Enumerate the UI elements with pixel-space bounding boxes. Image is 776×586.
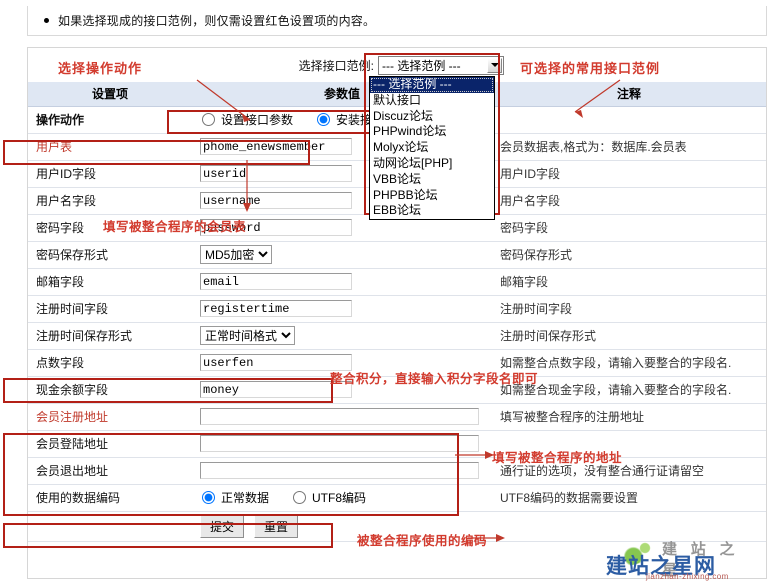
table-row: 会员登陆地址 xyxy=(28,430,766,458)
row-label: 邮箱字段 xyxy=(28,268,192,296)
input-用户ID字段[interactable] xyxy=(200,165,352,182)
row-note: 邮箱字段 xyxy=(492,268,766,296)
table-row: 注册时间字段 注册时间字段 xyxy=(28,295,766,323)
option-item[interactable]: VBB论坛 xyxy=(370,172,494,188)
row-label: 会员登陆地址 xyxy=(28,430,192,458)
radio-label: 正常数据 xyxy=(221,491,270,505)
row-value: MD5加密 xyxy=(192,241,492,269)
row-note: 填写被整合程序的注册地址 xyxy=(492,403,766,431)
row-value xyxy=(192,430,492,458)
input-会员登陆地址[interactable] xyxy=(200,435,479,452)
radio-设置接口参数[interactable] xyxy=(202,113,215,126)
interface-example-combobox-value: --- 选择范例 --- xyxy=(382,58,461,73)
option-item[interactable]: EBB论坛 xyxy=(370,203,494,219)
table-row: 邮箱字段 邮箱字段 xyxy=(28,268,766,296)
input-用户名字段[interactable] xyxy=(200,192,352,209)
row-label: 操作动作 xyxy=(28,106,192,134)
input-邮箱字段[interactable] xyxy=(200,273,352,290)
row-value xyxy=(192,403,492,431)
interface-example-option-list[interactable]: --- 选择范例 --- 默认接口 Discuz论坛 PHPwind论坛 Molyx论坛… xyxy=(369,76,495,221)
row-value: 正常数据 UTF8编码 xyxy=(192,484,492,512)
row-value xyxy=(192,295,492,323)
header-note: 注释 xyxy=(492,82,766,107)
option-item[interactable]: --- 选择范例 --- xyxy=(370,77,494,93)
submit-button[interactable]: 提交 xyxy=(200,514,245,538)
row-note xyxy=(492,106,766,134)
annotation-member: 填写被整合程序的会员表 xyxy=(103,220,247,234)
row-label: 会员退出地址 xyxy=(28,457,192,485)
radio-UTF8编码[interactable] xyxy=(293,491,307,504)
row-label: 点数字段 xyxy=(28,349,192,377)
option-item[interactable]: 动网论坛[PHP] xyxy=(370,156,494,172)
radio-正常数据[interactable] xyxy=(202,491,215,504)
annotation-points: 整合积分，直接输入积分字段名即可 xyxy=(330,372,539,386)
notice-panel: 如果选择现成的接口范例，则仅需设置红色设置项的内容。 xyxy=(27,6,767,36)
input-用户表[interactable] xyxy=(200,138,352,155)
row-note: 密码保存形式 xyxy=(492,241,766,269)
radio-label: UTF8编码 xyxy=(312,491,367,505)
input-注册时间字段[interactable] xyxy=(200,300,352,317)
radio-group: 正常数据 UTF8编码 xyxy=(200,489,484,506)
select-密码保存形式[interactable]: MD5加密 xyxy=(200,245,272,264)
radio-安装接口[interactable] xyxy=(317,113,331,126)
example-select-label: 选择接口范例: xyxy=(298,58,374,73)
row-label: 用户ID字段 xyxy=(28,160,192,188)
row-note: UTF8编码的数据需要设置 xyxy=(492,484,766,512)
row-label xyxy=(28,511,192,542)
row-value xyxy=(192,457,492,485)
option-item[interactable]: 默认接口 xyxy=(370,93,494,109)
row-label: 注册时间字段 xyxy=(28,295,192,323)
radio-label: 设置接口参数 xyxy=(221,113,294,127)
annotation-encoding: 被整合程序使用的编码 xyxy=(357,534,488,548)
input-会员退出地址[interactable] xyxy=(200,462,479,479)
row-label: 用户名字段 xyxy=(28,187,192,215)
row-label: 用户表 xyxy=(28,133,192,161)
header-setting: 设置项 xyxy=(28,82,192,107)
interface-example-combobox[interactable]: --- 选择范例 --- xyxy=(378,55,504,75)
row-note: 用户ID字段 xyxy=(492,160,766,188)
row-note: 用户名字段 xyxy=(492,187,766,215)
row-value: 正常时间格式 xyxy=(192,322,492,350)
row-label: 注册时间保存形式 xyxy=(28,322,192,350)
option-item[interactable]: PHPBB论坛 xyxy=(370,188,494,204)
row-label: 现金余额字段 xyxy=(28,376,192,404)
row-label: 会员注册地址 xyxy=(28,403,192,431)
option-item[interactable]: PHPwind论坛 xyxy=(370,124,494,140)
annotation-address: 填写被整合程序的地址 xyxy=(492,451,623,465)
annotation-examples: 可选择的常用接口范例 xyxy=(520,61,661,76)
table-row: 会员退出地址 通行证的选项，没有整合通行证请留空 xyxy=(28,457,766,485)
table-row: 注册时间保存形式 正常时间格式 注册时间保存形式 xyxy=(28,322,766,350)
table-row: 会员注册地址 填写被整合程序的注册地址 xyxy=(28,403,766,431)
reset-button[interactable]: 重置 xyxy=(254,514,299,538)
row-value xyxy=(192,268,492,296)
option-item[interactable]: Discuz论坛 xyxy=(370,109,494,125)
bullet-icon xyxy=(44,18,49,23)
row-note: 注册时间保存形式 xyxy=(492,322,766,350)
option-item[interactable]: Molyx论坛 xyxy=(370,140,494,156)
chevron-down-icon[interactable] xyxy=(487,57,502,73)
page-root: 如果选择现成的接口范例，则仅需设置红色设置项的内容。 选择接口范例: --- 选… xyxy=(0,0,776,586)
row-note xyxy=(492,511,766,542)
notice-text: 如果选择现成的接口范例，则仅需设置红色设置项的内容。 xyxy=(58,14,376,28)
row-label: 使用的数据编码 xyxy=(28,484,192,512)
row-label: 密码保存形式 xyxy=(28,241,192,269)
row-note: 注册时间字段 xyxy=(492,295,766,323)
row-note: 会员数据表,格式为：数据库.会员表 xyxy=(492,133,766,161)
annotation-action: 选择操作动作 xyxy=(58,61,143,76)
table-row: 使用的数据编码 正常数据 UTF8编码 UTF8编码的数据需要设置 xyxy=(28,484,766,512)
select-注册时间保存形式[interactable]: 正常时间格式 xyxy=(200,326,295,345)
row-note: 密码字段 xyxy=(492,214,766,242)
table-row: 密码保存形式 MD5加密 密码保存形式 xyxy=(28,241,766,269)
input-会员注册地址[interactable] xyxy=(200,408,479,425)
